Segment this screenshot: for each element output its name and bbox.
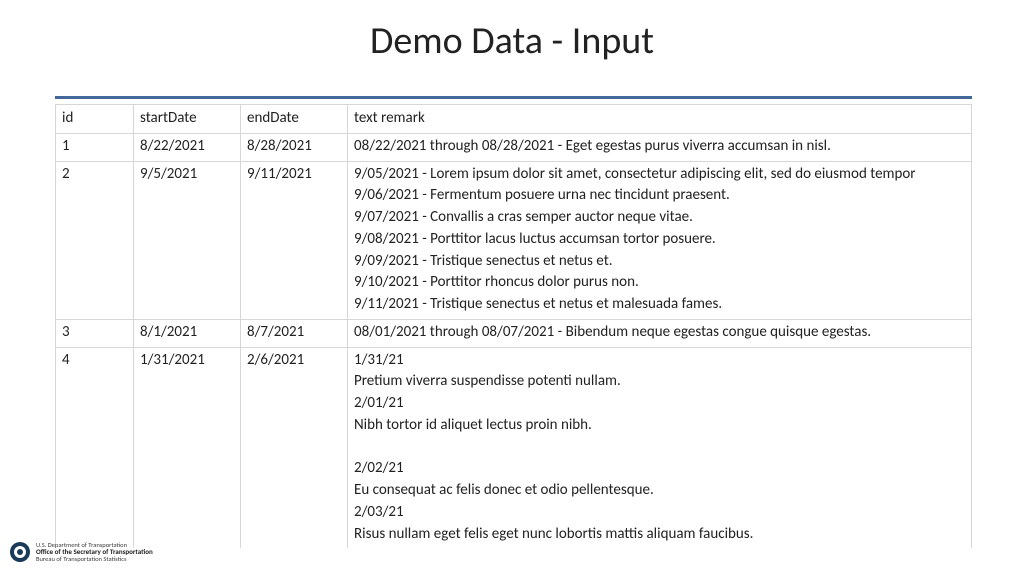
cell-start: 8/22/2021 bbox=[134, 133, 241, 161]
data-table-wrap: id startDate endDate text remark 18/22/2… bbox=[55, 104, 972, 548]
remark-line bbox=[354, 437, 965, 459]
remark-line: 2/01/21 bbox=[354, 393, 965, 415]
footer-text: U.S. Department of Transportation Office… bbox=[36, 542, 153, 563]
remark-line: Eu consequat ac felis donec et odio pell… bbox=[354, 480, 965, 502]
col-text: text remark bbox=[348, 105, 972, 134]
remark-line: Risus nullam eget felis eget nunc lobort… bbox=[354, 524, 965, 546]
table-row: 29/5/20219/11/2021 9/05/2021 - Lorem ipsu… bbox=[56, 161, 972, 319]
cell-remark: 08/01/2021 through 08/07/2021 - Bibendum… bbox=[348, 319, 972, 347]
remark-line: 9/06/2021 - Fermentum posuere urna nec t… bbox=[354, 185, 965, 207]
remark-line: Pretium viverra suspendisse potenti null… bbox=[354, 371, 965, 393]
col-start: startDate bbox=[134, 105, 241, 134]
table-row: 38/1/20218/7/2021 08/01/2021 through 08/0… bbox=[56, 319, 972, 347]
table-body: 18/22/20218/28/2021 08/22/2021 through 08… bbox=[56, 133, 972, 548]
slide-title: Demo Data - Input bbox=[0, 18, 1024, 64]
col-end: endDate bbox=[241, 105, 348, 134]
remark-line: 9/11/2021 - Tristique senectus et netus … bbox=[354, 294, 965, 316]
cell-remark: 08/22/2021 through 08/28/2021 - Eget ege… bbox=[348, 133, 972, 161]
cell-end: 2/6/2021 bbox=[241, 347, 348, 548]
remark-line: 1/31/21 bbox=[354, 350, 965, 372]
col-id: id bbox=[56, 105, 134, 134]
cell-start: 9/5/2021 bbox=[134, 161, 241, 319]
table-row: 18/22/20218/28/2021 08/22/2021 through 08… bbox=[56, 133, 972, 161]
remark-line: 08/01/2021 through 08/07/2021 - Bibendum… bbox=[354, 322, 965, 344]
cell-id: 4 bbox=[56, 347, 134, 548]
footer-line-3: Bureau of Transportation Statistics bbox=[36, 556, 153, 563]
cell-remark: 1/31/21Pretium viverra suspendisse poten… bbox=[348, 347, 972, 548]
remark-line: 9/08/2021 - Porttitor lacus luctus accum… bbox=[354, 229, 965, 251]
table-row: 41/31/20212/6/20211/31/21Pretium viverra… bbox=[56, 347, 972, 548]
data-table: id startDate endDate text remark 18/22/2… bbox=[55, 104, 972, 548]
cell-start: 8/1/2021 bbox=[134, 319, 241, 347]
remark-line: 9/09/2021 - Tristique senectus et netus … bbox=[354, 251, 965, 273]
remark-line: 9/10/2021 - Porttitor rhoncus dolor puru… bbox=[354, 272, 965, 294]
slide: Demo Data - Input id startDate endDate t… bbox=[0, 0, 1024, 576]
cell-end: 8/28/2021 bbox=[241, 133, 348, 161]
cell-id: 1 bbox=[56, 133, 134, 161]
cell-end: 8/7/2021 bbox=[241, 319, 348, 347]
remark-line: 08/22/2021 through 08/28/2021 - Eget ege… bbox=[354, 136, 965, 158]
cell-id: 2 bbox=[56, 161, 134, 319]
remark-line: 2/02/21 bbox=[354, 458, 965, 480]
cell-remark: 9/05/2021 - Lorem ipsum dolor sit amet, … bbox=[348, 161, 972, 319]
cell-start: 1/31/2021 bbox=[134, 347, 241, 548]
remark-line: 9/05/2021 - Lorem ipsum dolor sit amet, … bbox=[354, 164, 965, 186]
title-rule bbox=[55, 96, 972, 99]
cell-end: 9/11/2021 bbox=[241, 161, 348, 319]
remark-line: 9/07/2021 - Convallis a cras semper auct… bbox=[354, 207, 965, 229]
cell-id: 3 bbox=[56, 319, 134, 347]
footer: U.S. Department of Transportation Office… bbox=[10, 534, 153, 570]
table-header-row: id startDate endDate text remark bbox=[56, 105, 972, 134]
remark-line: 2/03/21 bbox=[354, 502, 965, 524]
dot-logo-icon bbox=[10, 542, 30, 562]
remark-line: Nibh tortor id aliquet lectus proin nibh… bbox=[354, 415, 965, 437]
